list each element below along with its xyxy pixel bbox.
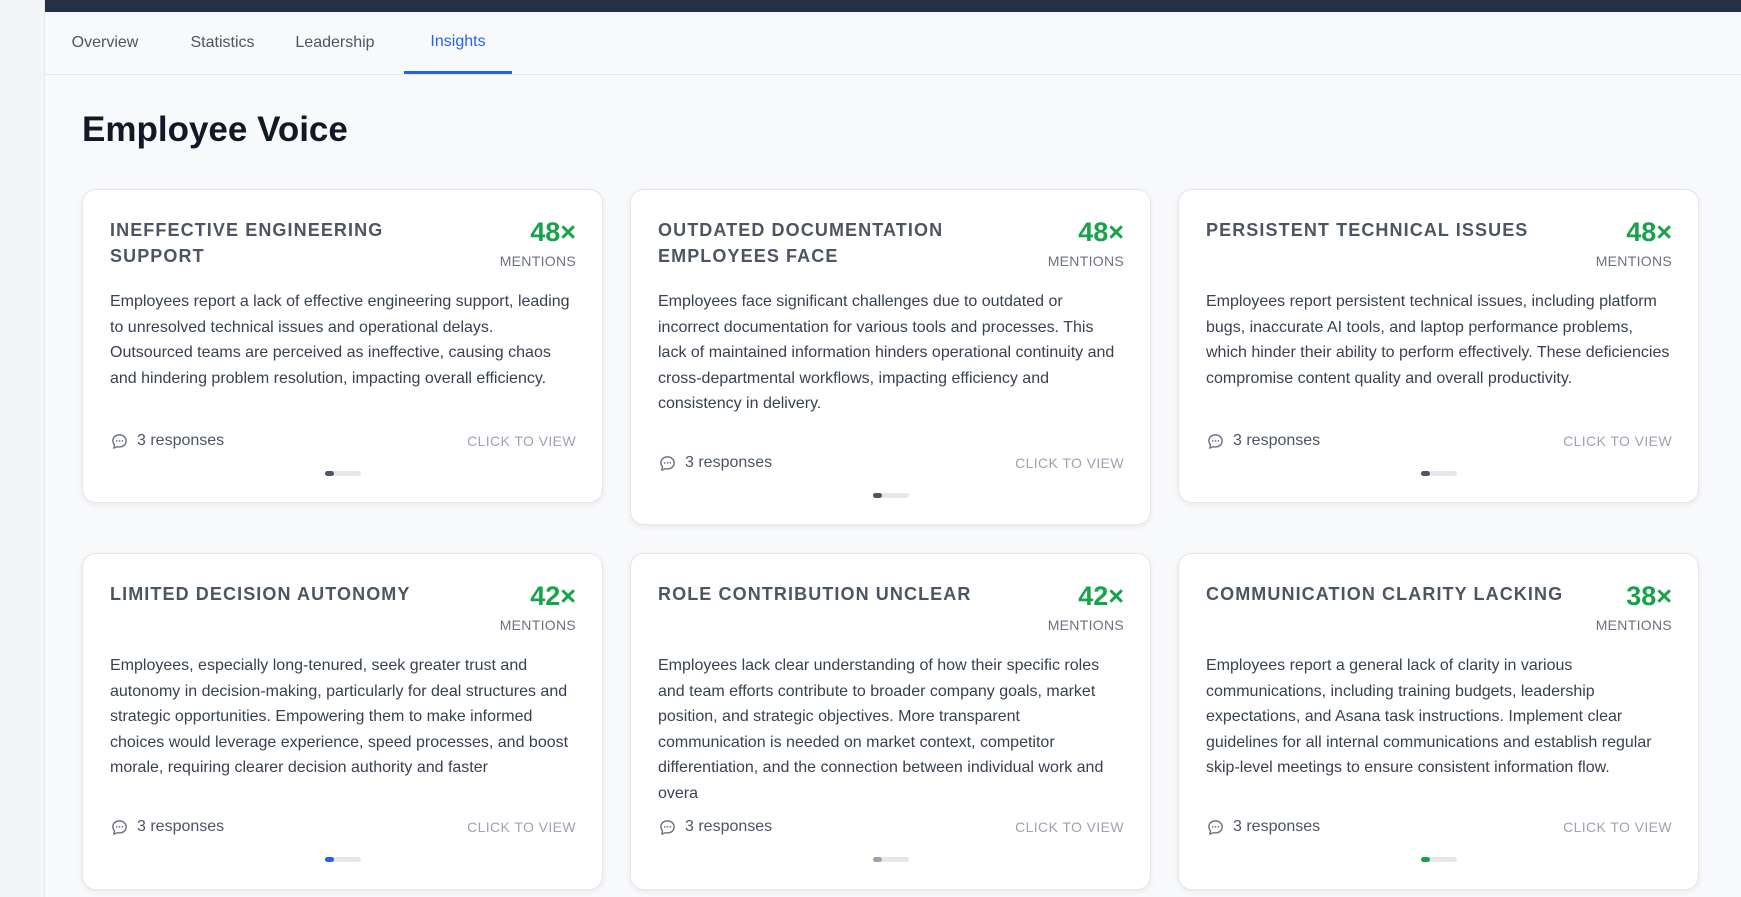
- card-description: Employees report a lack of effective eng…: [110, 293, 570, 387]
- carousel-indicator-active: [1420, 857, 1430, 862]
- card-description: Employees, especially long-tenured, seek…: [110, 657, 569, 777]
- card-title: LIMITED DECISION AUTONOMY: [110, 584, 411, 604]
- responses-count: 3 responses: [110, 818, 224, 837]
- carousel-indicator[interactable]: [1420, 857, 1457, 862]
- carousel-indicator[interactable]: [324, 471, 361, 476]
- responses-label: 3 responses: [685, 818, 773, 835]
- card-footer: 3 responses CLICK TO VIEW: [658, 816, 1124, 838]
- insight-card[interactable]: INEFFECTIVE ENGINEERING SUPPORT 48× MENT…: [82, 189, 603, 503]
- card-footer: 3 responses CLICK TO VIEW: [658, 452, 1124, 474]
- card-footer: 3 responses CLICK TO VIEW: [1206, 430, 1672, 452]
- carousel-indicator-active: [872, 493, 882, 498]
- card-title: PERSISTENT TECHNICAL ISSUES: [1206, 220, 1529, 240]
- card-title: INEFFECTIVE ENGINEERING SUPPORT: [110, 220, 384, 266]
- responses-count: 3 responses: [658, 454, 772, 473]
- insight-card[interactable]: OUTDATED DOCUMENTATION EMPLOYEES FACE 48…: [630, 189, 1151, 525]
- card-description: Employees report persistent technical is…: [1206, 293, 1670, 387]
- responses-label: 3 responses: [1233, 818, 1321, 835]
- chat-bubble-icon: [112, 433, 127, 449]
- carousel-indicator-active: [324, 471, 334, 476]
- insight-card[interactable]: PERSISTENT TECHNICAL ISSUES 48× MENTIONS…: [1178, 189, 1699, 503]
- click-to-view-link[interactable]: CLICK TO VIEW: [1015, 819, 1124, 835]
- insights-panel: Overview Statistics Leadership Insights …: [44, 0, 1741, 897]
- carousel-indicator-active: [872, 857, 882, 862]
- mention-count: 48×: [1626, 217, 1672, 247]
- tab-leadership[interactable]: Leadership: [280, 12, 390, 74]
- carousel-indicator-active: [324, 857, 334, 862]
- chat-bubble-icon: [1208, 433, 1223, 449]
- click-to-view-link[interactable]: CLICK TO VIEW: [1015, 455, 1124, 471]
- click-to-view-link[interactable]: CLICK TO VIEW: [1563, 819, 1672, 835]
- mention-count: 42×: [1078, 581, 1124, 611]
- responses-label: 3 responses: [137, 432, 225, 449]
- mention-count: 48×: [530, 217, 576, 247]
- chat-bubble-icon: [660, 455, 675, 471]
- carousel-indicator-active: [1420, 471, 1430, 476]
- mention-count: 48×: [1078, 217, 1124, 247]
- responses-count: 3 responses: [658, 818, 772, 837]
- carousel-indicator[interactable]: [1420, 471, 1457, 476]
- tab-bar: Overview Statistics Leadership Insights: [45, 12, 1741, 75]
- mentions-label: MENTIONS: [1595, 617, 1672, 633]
- mention-count: 42×: [530, 581, 576, 611]
- carousel-indicator[interactable]: [872, 857, 909, 862]
- click-to-view-link[interactable]: CLICK TO VIEW: [1563, 433, 1672, 449]
- chat-bubble-icon: [1208, 819, 1223, 835]
- chat-bubble-icon: [660, 819, 675, 835]
- responses-label: 3 responses: [1233, 432, 1321, 449]
- card-footer: 3 responses CLICK TO VIEW: [1206, 816, 1672, 838]
- card-title: ROLE CONTRIBUTION UNCLEAR: [658, 584, 972, 604]
- responses-label: 3 responses: [137, 818, 225, 835]
- mention-count: 38×: [1626, 581, 1672, 611]
- tab-statistics[interactable]: Statistics: [165, 12, 280, 74]
- responses-count: 3 responses: [1206, 432, 1320, 451]
- mentions-label: MENTIONS: [499, 617, 576, 633]
- click-to-view-link[interactable]: CLICK TO VIEW: [467, 819, 576, 835]
- click-to-view-link[interactable]: CLICK TO VIEW: [467, 433, 576, 449]
- page-title: Employee Voice: [82, 110, 348, 149]
- mentions-label: MENTIONS: [499, 253, 576, 269]
- carousel-indicator[interactable]: [872, 493, 909, 498]
- carousel-indicator[interactable]: [324, 857, 361, 862]
- responses-label: 3 responses: [685, 454, 773, 471]
- tab-overview[interactable]: Overview: [45, 12, 165, 74]
- insight-card[interactable]: LIMITED DECISION AUTONOMY 42× MENTIONS E…: [82, 553, 603, 890]
- insight-card[interactable]: COMMUNICATION CLARITY LACKING 38× MENTIO…: [1178, 553, 1699, 890]
- top-bar: [45, 0, 1741, 12]
- card-footer: 3 responses CLICK TO VIEW: [110, 816, 576, 838]
- card-title: COMMUNICATION CLARITY LACKING: [1206, 584, 1564, 604]
- mentions-label: MENTIONS: [1595, 253, 1672, 269]
- card-description: Employees face significant challenges du…: [658, 293, 1115, 413]
- tab-insights[interactable]: Insights: [404, 12, 512, 74]
- card-description: Employees lack clear understanding of ho…: [658, 657, 1104, 802]
- card-title: OUTDATED DOCUMENTATION EMPLOYEES FACE: [658, 220, 944, 266]
- responses-count: 3 responses: [110, 432, 224, 451]
- chat-bubble-icon: [112, 819, 127, 835]
- card-description: Employees report a general lack of clari…: [1206, 657, 1652, 777]
- card-footer: 3 responses CLICK TO VIEW: [110, 430, 576, 452]
- mentions-label: MENTIONS: [1047, 617, 1124, 633]
- mentions-label: MENTIONS: [1047, 253, 1124, 269]
- insight-card[interactable]: ROLE CONTRIBUTION UNCLEAR 42× MENTIONS E…: [630, 553, 1151, 890]
- responses-count: 3 responses: [1206, 818, 1320, 837]
